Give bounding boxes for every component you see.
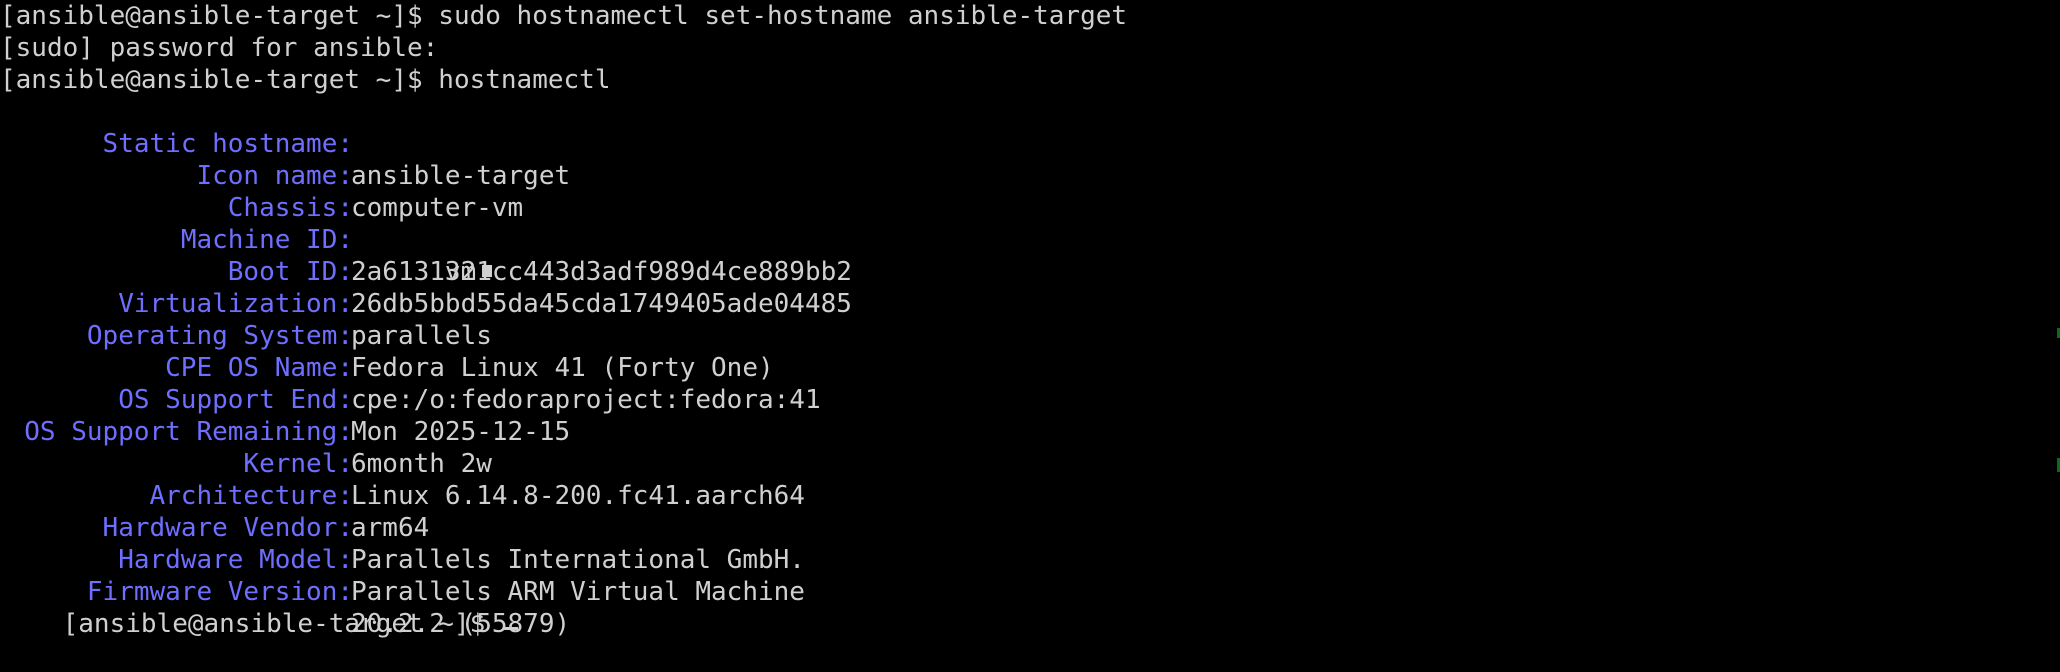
- icon-name-row: Icon name: computer-vm: [0, 128, 2060, 223]
- os-support-remaining-row: OS Support Remaining: 6month 2w: [0, 384, 2060, 479]
- command-line-2: [ansible@ansible-target ~]$ hostnamectl: [0, 65, 611, 95]
- virtualization-row: Virtualization: parallels: [0, 256, 2060, 351]
- hardware-model-row: Hardware Model: Parallels ARM Virtual Ma…: [0, 512, 2060, 607]
- chassis-row: Chassis: vm: [0, 160, 2060, 287]
- machine-id-row: Machine ID: 2a6131321cc443d3adf989d4ce88…: [0, 192, 2060, 287]
- kernel-row: Kernel: Linux 6.14.8-200.fc41.aarch64: [0, 416, 2060, 511]
- firmware-version-row: Firmware Version: 20.2.2 (55879): [0, 544, 2060, 639]
- operating-system-row: Operating System: Fedora Linux 41 (Forty…: [0, 288, 2060, 383]
- os-support-end-row: OS Support End: Mon 2025-12-15: [0, 352, 2060, 447]
- shell-prompt: [ansible@ansible-target ~]$: [62, 609, 501, 639]
- terminal-cursor-icon: [502, 627, 518, 630]
- command-line-1: [ansible@ansible-target ~]$ sudo hostnam…: [0, 1, 1128, 31]
- hardware-vendor-row: Hardware Vendor: Parallels International…: [0, 480, 2060, 575]
- current-prompt-line[interactable]: [ansible@ansible-target ~]$: [0, 576, 518, 639]
- boot-id-row: Boot ID: 26db5bbd55da45cda1749405ade0448…: [0, 224, 2060, 319]
- sudo-password-prompt: [sudo] password for ansible:: [0, 33, 439, 63]
- cpe-os-name-row: CPE OS Name: cpe:/o:fedoraproject:fedora…: [0, 320, 2060, 415]
- architecture-row: Architecture: arm64: [0, 448, 2060, 543]
- static-hostname-row: Static hostname: ansible-target: [0, 96, 2060, 191]
- terminal-window[interactable]: [ansible@ansible-target ~]$ sudo hostnam…: [0, 0, 2060, 639]
